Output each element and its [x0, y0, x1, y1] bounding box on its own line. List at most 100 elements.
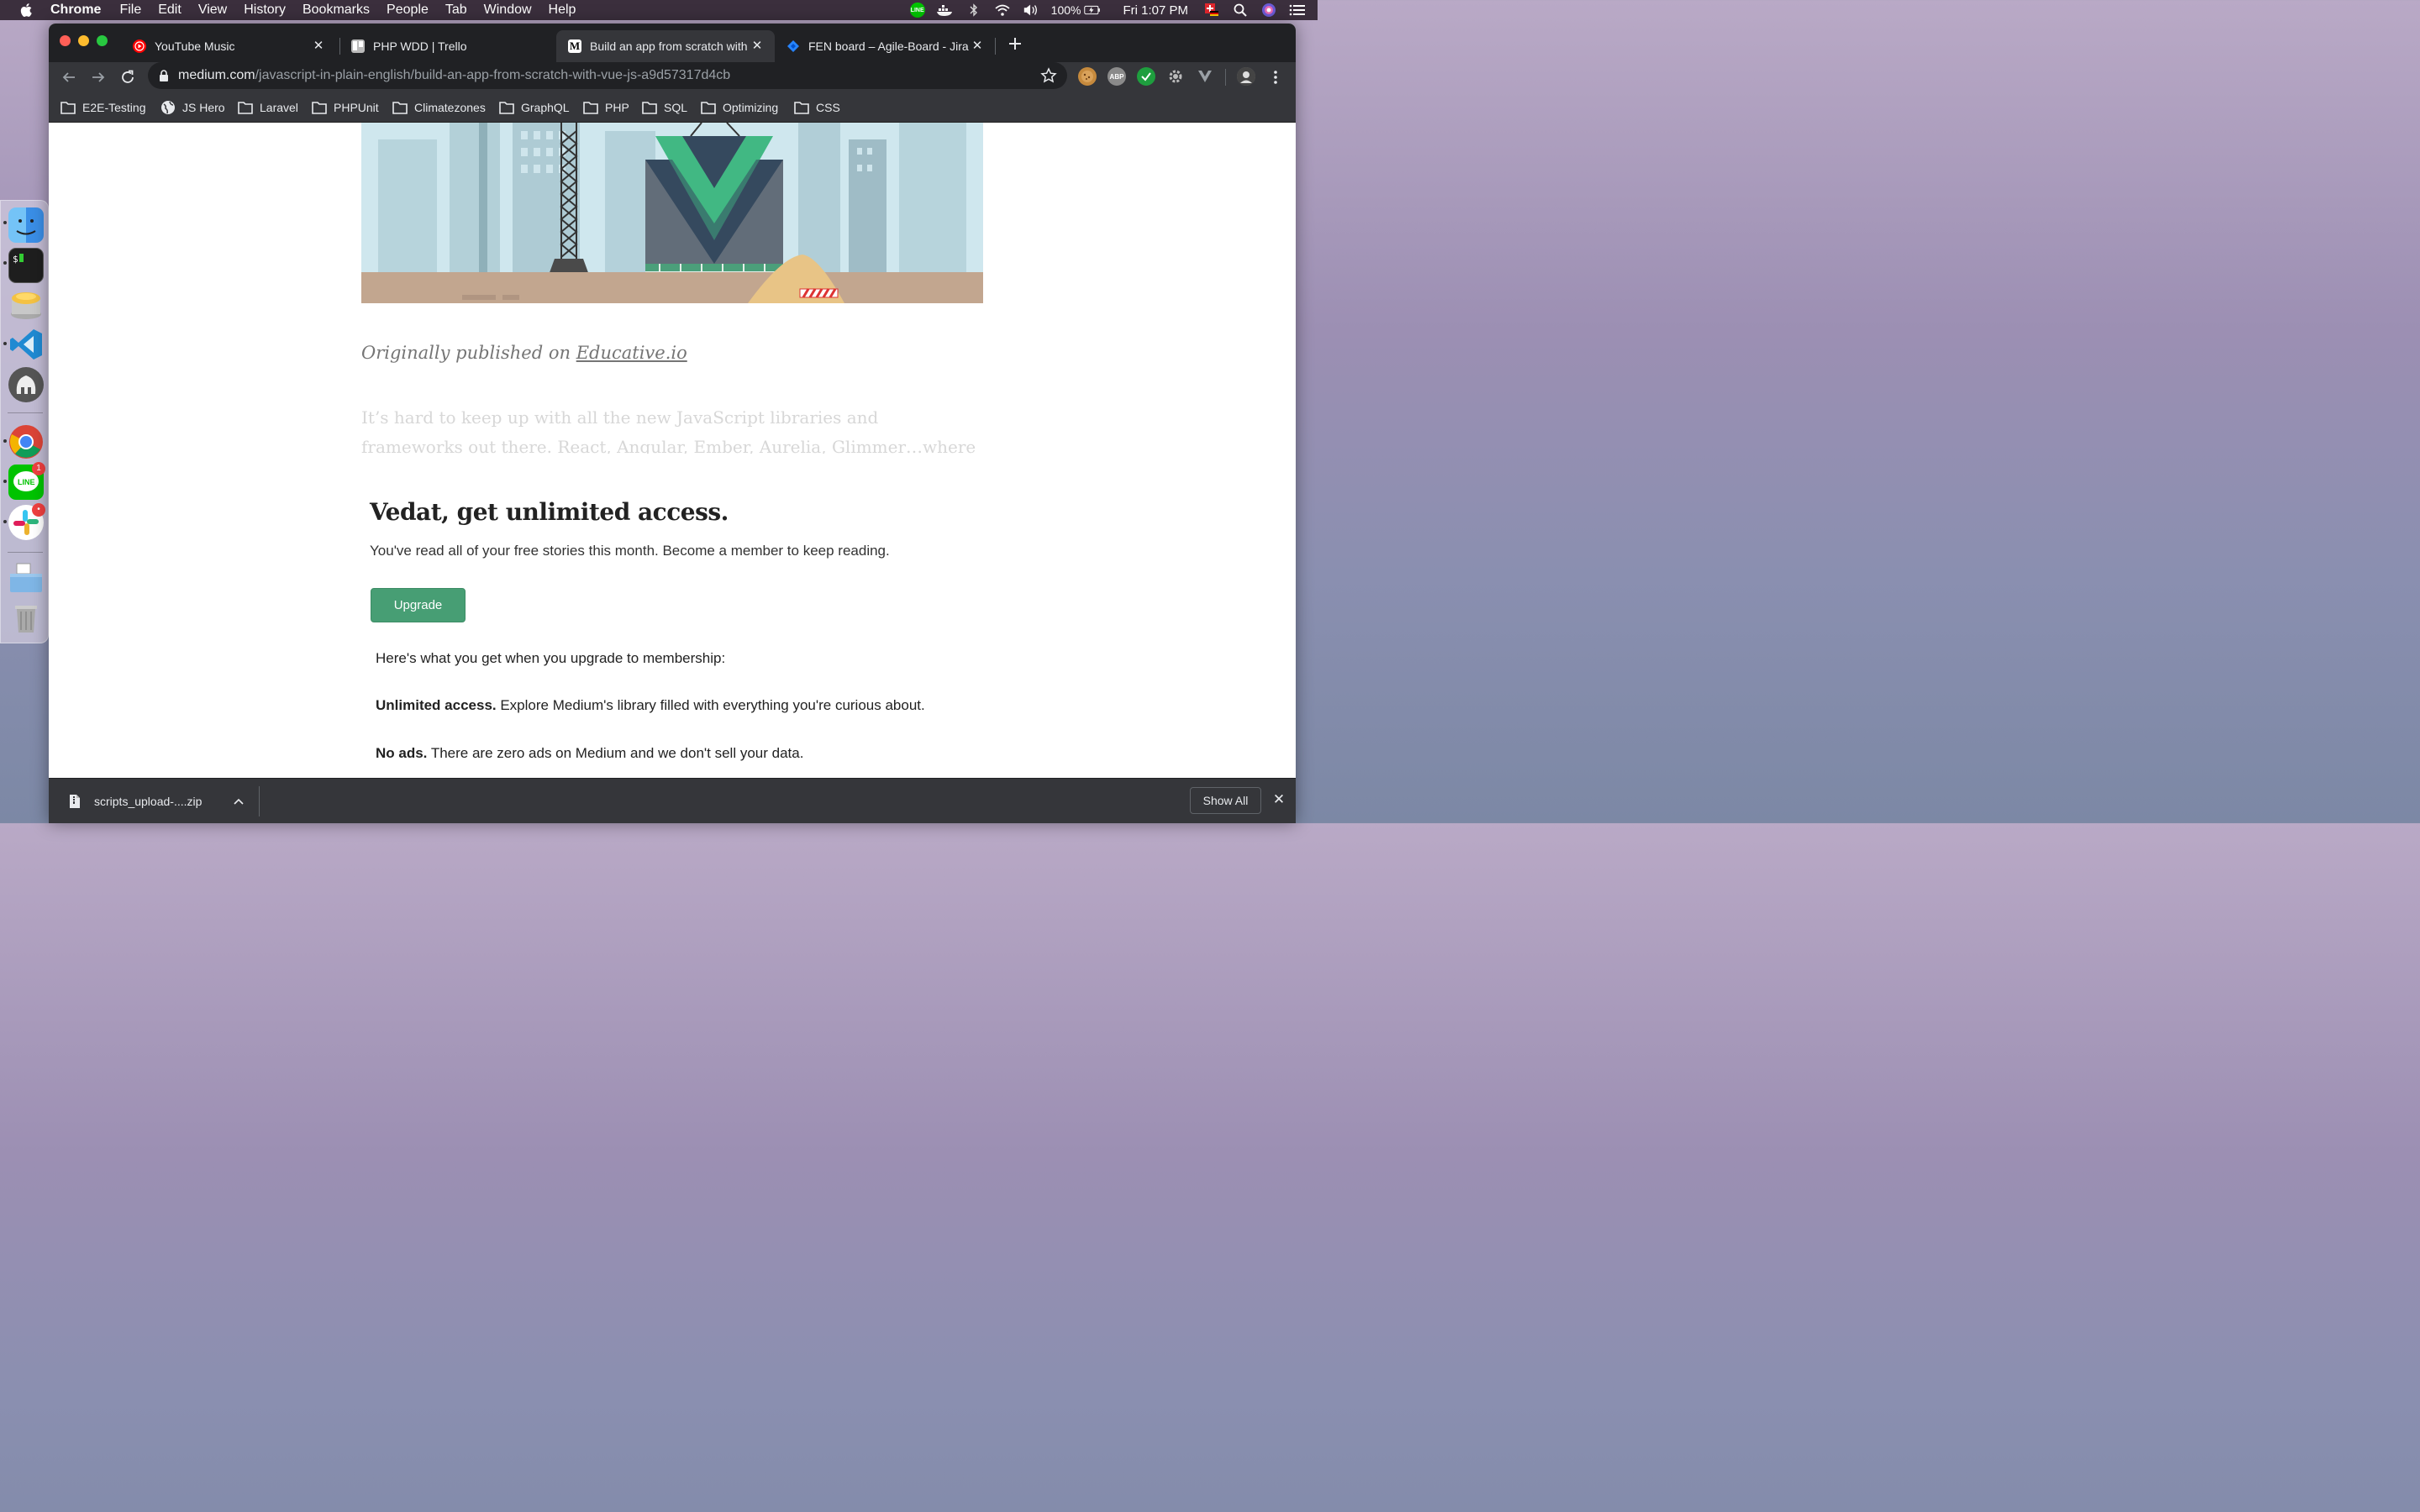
medium-icon: M	[568, 39, 581, 53]
siri-icon[interactable]	[1260, 3, 1277, 18]
close-download-shelf-icon[interactable]: ✕	[1271, 792, 1286, 807]
svg-text:LINE: LINE	[18, 478, 35, 486]
youtube-music-icon	[133, 39, 146, 53]
tableplus-icon[interactable]	[8, 367, 44, 402]
wifi-icon[interactable]	[994, 3, 1011, 18]
docker-icon[interactable]	[936, 3, 954, 18]
tab-medium-article[interactable]: M Build an app from scratch with ✕	[556, 30, 775, 62]
bookmark-phpunit[interactable]: PHPUnit	[312, 99, 379, 116]
close-tab-icon[interactable]: ✕	[750, 39, 765, 54]
dock-running-indicator	[3, 439, 7, 443]
battery-percent: 100%	[1050, 3, 1081, 17]
menu-bookmarks[interactable]: Bookmarks	[302, 3, 370, 18]
benefit-unlimited-access: Unlimited access. Explore Medium's libra…	[376, 697, 925, 714]
chevron-up-icon[interactable]	[234, 798, 244, 805]
bookmark-star-icon[interactable]	[1040, 67, 1057, 84]
benefit-title: Unlimited access.	[376, 697, 497, 713]
reload-icon[interactable]	[116, 66, 139, 89]
profile-avatar-icon[interactable]	[1237, 67, 1255, 86]
bluetooth-icon[interactable]	[965, 3, 982, 18]
menubar-clock[interactable]: Fri 1:07 PM	[1123, 3, 1188, 18]
bookmark-css[interactable]: CSS	[794, 99, 840, 116]
download-shelf: scripts_upload-....zip Show All ✕	[49, 778, 1296, 823]
show-all-downloads-button[interactable]: Show All	[1190, 787, 1261, 814]
caption-prefix: Originally published on	[361, 343, 576, 363]
menu-view[interactable]: View	[198, 3, 227, 18]
spotlight-search-icon[interactable]	[1232, 3, 1249, 18]
paywall-title: Vedat, get unlimited access.	[370, 498, 729, 526]
cookie-extension-icon[interactable]	[1078, 67, 1097, 86]
close-tab-icon[interactable]: ✕	[970, 39, 985, 54]
bookmark-php[interactable]: PHP	[583, 99, 629, 116]
trash-icon[interactable]	[8, 601, 44, 636]
bookmark-laravel[interactable]: Laravel	[238, 99, 298, 116]
vue-construction-illustration	[361, 123, 983, 303]
checkmark-extension-icon[interactable]	[1137, 67, 1155, 86]
macos-menubar: Chrome File Edit View History Bookmarks …	[0, 0, 1318, 20]
volume-icon[interactable]	[1023, 3, 1039, 18]
benefit-text: There are zero ads on Medium and we don'…	[427, 745, 804, 761]
close-tab-icon[interactable]: ✕	[311, 39, 326, 54]
bookmarks-bar: E2E-Testing JS Hero Laravel PHPUnit Clim…	[49, 92, 1296, 123]
toolbar-separator	[1225, 69, 1226, 86]
bookmark-climatezones[interactable]: Climatezones	[392, 99, 486, 116]
educative-link[interactable]: Educative.io	[576, 343, 687, 363]
tab-trello[interactable]: PHP WDD | Trello	[339, 30, 556, 62]
menu-file[interactable]: File	[119, 3, 141, 18]
gear-extension-icon[interactable]	[1166, 67, 1185, 86]
swiss-flag-icon[interactable]	[1203, 3, 1220, 18]
zoom-window-button[interactable]	[97, 35, 108, 46]
folder-icon	[60, 102, 76, 114]
folder-icon	[583, 102, 598, 114]
svg-text:$: $	[13, 254, 18, 265]
slack-badge: •	[32, 503, 45, 517]
downloads-folder-icon[interactable]	[8, 560, 44, 596]
line-badge: 1	[32, 462, 45, 475]
bookmark-label: JS Hero	[182, 101, 225, 114]
browser-toolbar: medium.com /javascript-in-plain-english/…	[49, 62, 1296, 92]
menu-window[interactable]: Window	[484, 3, 532, 18]
download-item[interactable]: scripts_upload-....zip	[64, 779, 259, 823]
address-bar[interactable]: medium.com /javascript-in-plain-english/…	[148, 62, 1067, 89]
folder-icon	[238, 102, 253, 114]
upgrade-button[interactable]: Upgrade	[371, 588, 466, 622]
globe-icon	[161, 101, 175, 114]
line-status-icon[interactable]: LINE	[909, 3, 925, 18]
tab-youtube-music[interactable]: YouTube Music ✕	[121, 30, 336, 62]
folder-icon	[392, 102, 408, 114]
tab-separator	[995, 38, 996, 55]
bookmark-optimizing[interactable]: Optimizing	[701, 99, 778, 116]
finder-icon[interactable]	[8, 207, 44, 243]
tab-jira[interactable]: FEN board – Agile-Board - Jira ✕	[775, 30, 995, 62]
sequel-pro-icon[interactable]	[8, 286, 44, 322]
battery-charging-icon[interactable]	[1084, 3, 1101, 18]
vue-devtools-icon[interactable]	[1196, 67, 1214, 86]
menu-tab[interactable]: Tab	[445, 3, 467, 18]
bookmark-sql[interactable]: SQL	[642, 99, 687, 116]
menu-edit[interactable]: Edit	[158, 3, 182, 18]
back-arrow-icon[interactable]	[57, 66, 81, 89]
dock-running-indicator	[3, 480, 7, 483]
menu-app-name[interactable]: Chrome	[50, 3, 101, 18]
vscode-icon[interactable]	[8, 327, 44, 362]
menu-people[interactable]: People	[387, 3, 429, 18]
minimize-window-button[interactable]	[78, 35, 89, 46]
tab-title: FEN board – Agile-Board - Jira	[808, 39, 969, 53]
chrome-menu-icon[interactable]	[1269, 69, 1282, 86]
forward-arrow-icon[interactable]	[87, 66, 110, 89]
lock-icon[interactable]	[158, 70, 170, 81]
apple-icon[interactable]	[18, 2, 35, 18]
url-host: medium.com	[178, 68, 255, 82]
menu-history[interactable]: History	[244, 3, 286, 18]
bookmark-graphql[interactable]: GraphQL	[499, 99, 570, 116]
notification-center-icon[interactable]	[1289, 3, 1306, 18]
bookmark-js-hero[interactable]: JS Hero	[160, 99, 225, 116]
dock-running-indicator	[3, 221, 7, 224]
chrome-icon[interactable]	[8, 424, 44, 459]
new-tab-icon[interactable]	[1007, 35, 1023, 52]
bookmark-e2e-testing[interactable]: E2E-Testing	[60, 99, 145, 116]
adblock-plus-icon[interactable]: ABP	[1107, 67, 1126, 86]
menu-help[interactable]: Help	[549, 3, 576, 18]
close-window-button[interactable]	[60, 35, 71, 46]
terminal-icon[interactable]: $	[8, 248, 44, 283]
